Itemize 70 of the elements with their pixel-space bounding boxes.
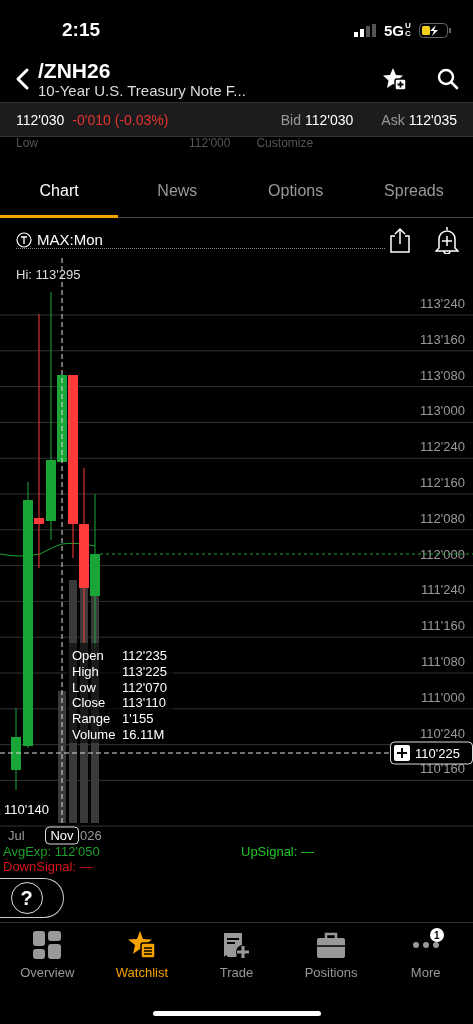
tooltip-value: 112'235 (122, 648, 167, 663)
symbol-title: /ZNH26 (38, 59, 112, 82)
tab[interactable]: Spreads (354, 177, 473, 218)
field-label: Low (16, 137, 39, 149)
signal-icon (354, 23, 378, 37)
tooltip-value: 113'110 (122, 695, 166, 711)
low-label: 110'140 (4, 802, 49, 817)
tooltip-label: Low (72, 679, 96, 695)
nav-tab[interactable]: More 1 (378, 930, 473, 984)
nav-tab[interactable]: Trade (189, 930, 284, 984)
tab[interactable]: News (118, 177, 237, 218)
time-axis-label: Jul (8, 828, 25, 843)
star-list-icon (127, 930, 156, 959)
price-axis-label: 111'240 (421, 582, 465, 598)
price-change: -0'010 (-0.03%) (72, 111, 170, 128)
price-axis-label: 112'000 (420, 546, 465, 562)
tooltip-value: 16.11M (122, 727, 165, 742)
notification-badge: 1 (429, 928, 444, 942)
price-axis-label: 113'000 (420, 403, 465, 419)
ticket-plus-icon (222, 930, 251, 959)
indicator-value: AvgExp: 112'050 (2, 844, 101, 859)
period-selector[interactable]: MAX:Mon (37, 231, 103, 248)
price-axis-label: 111'000 (421, 689, 465, 705)
last-price: 112'030 (16, 111, 65, 128)
tooltip-label: High (72, 663, 99, 679)
add-alert-button[interactable] (435, 226, 459, 254)
nav-tab[interactable]: Positions (283, 930, 379, 984)
clock-time: 2:15 (62, 19, 101, 41)
tooltip-value: 113'225 (122, 663, 167, 679)
indicator-value: UpSignal: — (241, 844, 314, 859)
symbol-description: 10-Year U.S. Treasury Note F... (38, 82, 247, 99)
ask-price: 112'035 (408, 111, 457, 128)
indicator-t-icon (16, 231, 32, 248)
briefcase-icon (317, 931, 346, 958)
high-label: Hi: 113'295 (16, 267, 81, 282)
tooltip-label: Open (72, 648, 104, 663)
bid-label: Bid (280, 111, 301, 128)
search-button[interactable] (437, 68, 459, 90)
tab[interactable]: Options (236, 177, 355, 218)
tooltip-value: 1'155 (122, 711, 154, 727)
tooltip-label: Volume (72, 727, 116, 742)
nav-tab[interactable]: Watchlist (94, 930, 190, 984)
tab[interactable]: Chart (0, 177, 119, 218)
add-to-watchlist-button[interactable] (383, 67, 407, 91)
crosshair-time-tag: Nov (45, 826, 79, 845)
price-axis-label: 113'160 (420, 331, 465, 347)
more-dots-icon (411, 940, 440, 949)
price-axis-label: 113'080 (420, 367, 465, 383)
network-type-label: UC (405, 22, 412, 38)
tooltip-value: 112'070 (122, 679, 167, 695)
time-axis-label: 026 (80, 828, 102, 843)
battery-charging-icon (419, 22, 451, 38)
nav-tab[interactable]: Overview (0, 930, 95, 984)
back-button[interactable] (14, 67, 30, 91)
price-axis-label: 113'240 (420, 296, 465, 311)
price-axis-label: 111'160 (421, 618, 465, 634)
price-axis-label: 112'160 (420, 475, 465, 490)
bid-price: 112'030 (304, 111, 354, 128)
price-axis-label: 111'080 (421, 654, 465, 669)
share-button[interactable] (389, 227, 411, 253)
crosshair-price-tag[interactable]: 110'225 (390, 741, 473, 765)
dashboard-icon (33, 930, 62, 959)
price-axis-label: 112'080 (420, 510, 465, 526)
ask-label: Ask (381, 111, 405, 128)
price-axis-label: 112'240 (420, 439, 465, 455)
indicator-value: DownSignal: — (2, 859, 94, 874)
price-axis-label: 110'240 (420, 725, 465, 741)
network-label: 5G (384, 21, 404, 39)
tooltip-label: Range (72, 711, 111, 727)
tooltip-label: Close (72, 695, 106, 711)
